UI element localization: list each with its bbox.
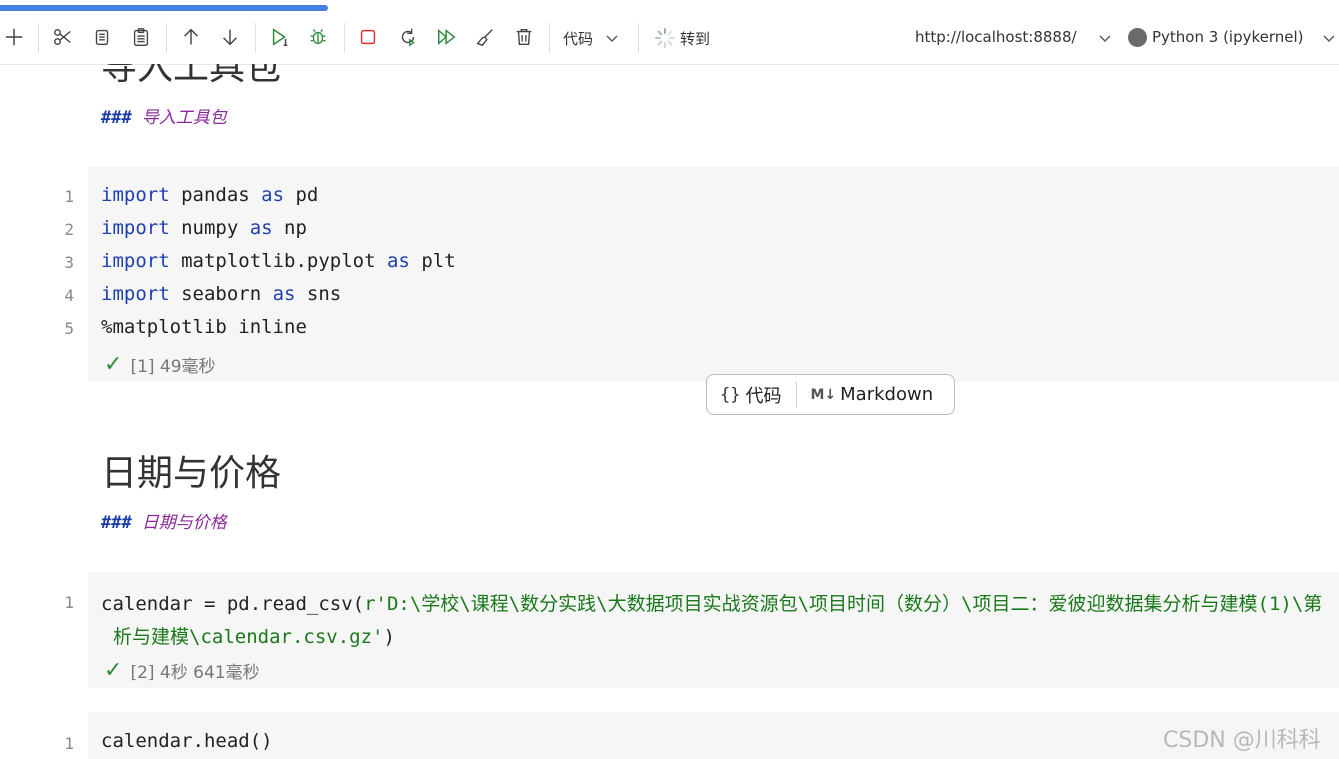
copy-icon[interactable] — [90, 25, 114, 49]
line-number: 2 — [64, 220, 74, 239]
string-literal: r'D:\学校\课程\数分实践\大数据项目实战资源包\项目时间（数分）\项目二：… — [364, 593, 1323, 615]
code-line: calendar = pd.read_csv(r'D:\学校\课程\数分实践\大… — [101, 589, 1322, 616]
toolbar-divider — [344, 23, 345, 53]
stop-icon[interactable] — [356, 25, 380, 49]
add-code-cell-button[interactable]: {} 代码 — [707, 375, 796, 414]
code-line: 析与建模\calendar.csv.gz') — [113, 622, 395, 649]
code-line: import numpy as np — [101, 217, 307, 239]
restart-icon[interactable] — [396, 25, 420, 49]
markdown-heading: 日期与价格 — [101, 453, 282, 494]
execution-time: [1] 49毫秒 — [130, 357, 216, 377]
add-markdown-cell-button[interactable]: M↓ Markdown — [797, 375, 933, 414]
notebook-content: 导入工具包 ### 导入工具包 1 import pandas as pd 2 i… — [0, 64, 1339, 759]
keyword: import — [101, 184, 170, 206]
move-down-icon[interactable] — [218, 25, 242, 49]
code-line: %matplotlib inline — [101, 316, 307, 338]
markdown-source: ### 日期与价格 — [101, 508, 227, 533]
markdown-text: 日期与价格 — [141, 513, 227, 533]
execution-status: ✓ [1] 49毫秒 — [104, 352, 216, 377]
keyword: import — [101, 283, 170, 305]
code-cell[interactable] — [88, 712, 1339, 759]
code-text: calendar = pd.read_csv( — [101, 593, 365, 615]
keyword: as — [386, 250, 410, 272]
code-line: calendar.head() — [101, 730, 273, 752]
module-name: seaborn — [169, 283, 273, 305]
toolbar-divider — [549, 23, 550, 53]
run-all-icon[interactable] — [435, 25, 459, 49]
chevron-down-icon[interactable] — [1098, 31, 1112, 45]
add-cell-toolbar: {} 代码 M↓ Markdown — [706, 374, 955, 415]
module-name: matplotlib.pyplot — [169, 250, 387, 272]
cut-icon[interactable] — [51, 25, 75, 49]
markdown-hash: ### — [101, 108, 132, 128]
code-braces-icon: {} — [720, 384, 741, 405]
cell-type-select[interactable]: 代码 — [563, 28, 593, 49]
toolbar-divider — [638, 23, 639, 53]
add-icon[interactable] — [2, 25, 26, 49]
kernel-status-icon — [1128, 28, 1147, 47]
markdown-text: 导入工具包 — [141, 108, 227, 128]
spinner-icon — [655, 28, 675, 48]
watermark: CSDN @川科科 — [1163, 728, 1321, 753]
alias: plt — [409, 250, 456, 272]
toolbar-divider — [38, 23, 39, 53]
execution-time: [2] 4秒 641毫秒 — [130, 663, 260, 683]
keyword: as — [249, 217, 273, 239]
kernel-selector[interactable]: Python 3 (ipykernel) — [1152, 28, 1304, 46]
keyword: as — [272, 283, 296, 305]
string-literal: 析与建模\calendar.csv.gz' — [113, 626, 384, 648]
keyword: as — [261, 184, 285, 206]
goto-button[interactable]: 转到 — [680, 28, 710, 49]
markdown-heading: 导入工具包 — [101, 64, 282, 88]
line-number: 1 — [64, 593, 74, 612]
toolbar-divider — [166, 23, 167, 53]
line-number: 1 — [64, 187, 74, 206]
line-number: 3 — [64, 253, 74, 272]
code-text: ) — [383, 626, 395, 648]
keyword: import — [101, 250, 170, 272]
check-icon: ✓ — [104, 352, 123, 377]
chevron-down-icon[interactable] — [605, 31, 619, 45]
delete-icon[interactable] — [512, 25, 536, 49]
toolbar-divider — [255, 23, 256, 53]
server-url[interactable]: http://localhost:8888/ — [915, 28, 1077, 46]
code-line: import seaborn as sns — [101, 283, 341, 305]
module-name: pandas — [169, 184, 262, 206]
markdown-icon: M↓ — [810, 386, 837, 403]
module-name: numpy — [169, 217, 250, 239]
add-markdown-label: Markdown — [840, 384, 934, 405]
line-number: 5 — [64, 319, 74, 338]
loading-progress — [0, 0, 1339, 11]
clear-outputs-icon[interactable] — [473, 25, 497, 49]
alias: sns — [295, 283, 342, 305]
markdown-source: ### 导入工具包 — [101, 103, 227, 128]
alias: pd — [284, 184, 319, 206]
notebook-toolbar: 代码 转到 http://localhost:8888/ Python 3 (i… — [0, 11, 1339, 65]
line-number: 1 — [64, 734, 74, 753]
line-number: 4 — [64, 286, 74, 305]
debug-icon[interactable] — [306, 25, 330, 49]
add-code-label: 代码 — [745, 385, 782, 407]
chevron-down-icon[interactable] — [1322, 31, 1336, 45]
check-icon: ✓ — [104, 658, 123, 683]
alias: np — [272, 217, 307, 239]
keyword: import — [101, 217, 170, 239]
move-up-icon[interactable] — [179, 25, 203, 49]
execution-status: ✓ [2] 4秒 641毫秒 — [104, 658, 260, 683]
markdown-hash: ### — [101, 513, 132, 533]
code-line: import pandas as pd — [101, 184, 318, 206]
paste-icon[interactable] — [129, 25, 153, 49]
code-line: import matplotlib.pyplot as plt — [101, 250, 456, 272]
run-cell-icon[interactable] — [268, 25, 292, 49]
